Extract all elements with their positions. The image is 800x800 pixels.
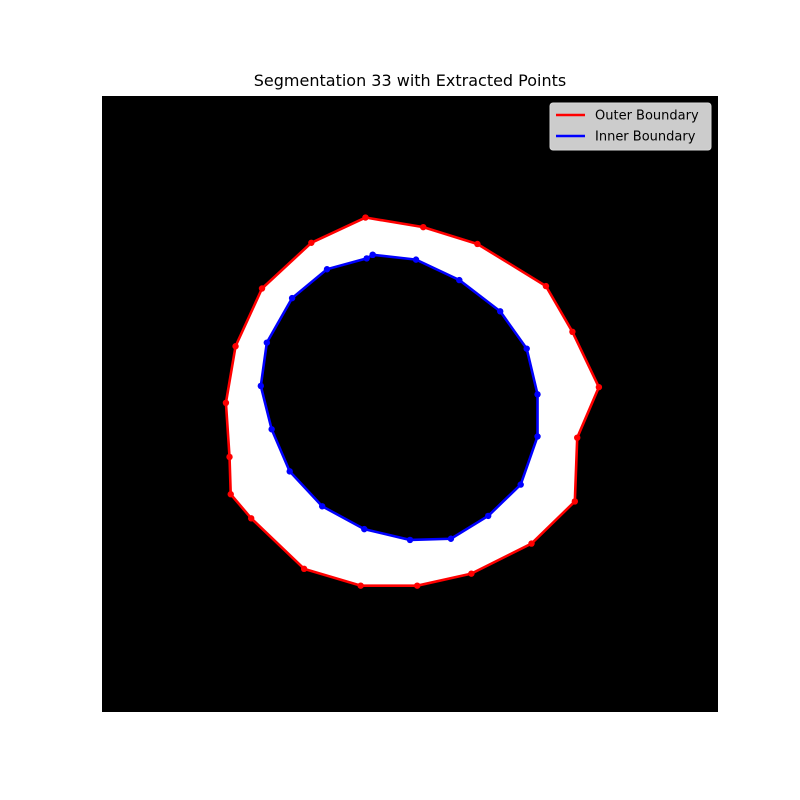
outer-boundary-point (232, 343, 239, 350)
outer-boundary-point (474, 240, 481, 248)
inner-boundary-point (534, 391, 541, 398)
outer-boundary-point (227, 491, 234, 498)
legend-label-outer: Outer Boundary (595, 109, 699, 124)
outer-boundary-point (247, 515, 255, 522)
outer-boundary-point (542, 282, 550, 290)
legend: Outer Boundary Inner Boundary (549, 102, 712, 151)
inner-boundary-point (406, 536, 414, 544)
outer-boundary-point (258, 285, 266, 292)
inner-boundary-point (497, 308, 504, 315)
inner-boundary-point (268, 426, 275, 433)
inner-boundary-point (263, 339, 271, 346)
inner-boundary-point (485, 512, 492, 520)
outer-boundary-point (414, 582, 421, 589)
mask-background (102, 96, 718, 712)
outer-boundary-point (362, 214, 369, 221)
inner-boundary-point (323, 266, 331, 273)
inner-boundary-point (412, 256, 420, 263)
inner-boundary-point (369, 251, 376, 259)
outer-boundary-point (226, 453, 233, 461)
inner-boundary-point (361, 525, 368, 533)
inner-boundary-point (286, 468, 293, 475)
inner-boundary-point (456, 276, 463, 284)
inner-boundary-point (288, 294, 296, 302)
outer-boundary-point (357, 582, 364, 589)
inner-boundary-point (447, 535, 455, 542)
inner-boundary-point (523, 345, 530, 352)
outer-boundary-point (528, 540, 535, 547)
legend-label-inner: Inner Boundary (595, 130, 696, 145)
outer-boundary-point (308, 239, 315, 246)
inner-boundary-point (517, 481, 524, 488)
inner-boundary-point (318, 503, 326, 510)
outer-boundary-point (300, 565, 308, 573)
chart-plot: Outer Boundary Inner Boundary (102, 96, 718, 712)
inner-boundary-point (534, 433, 541, 440)
inner-boundary-point (363, 255, 370, 262)
outer-boundary-point (571, 498, 579, 505)
outer-boundary-point (595, 383, 603, 391)
outer-boundary-point (569, 328, 576, 336)
outer-boundary-point (468, 570, 475, 577)
outer-boundary-point (222, 399, 230, 406)
inner-boundary-point (257, 382, 265, 390)
outer-boundary-point (420, 223, 427, 231)
chart-figure: Segmentation 33 with Extracted Points Ou… (0, 0, 800, 800)
outer-boundary-point (574, 434, 581, 441)
